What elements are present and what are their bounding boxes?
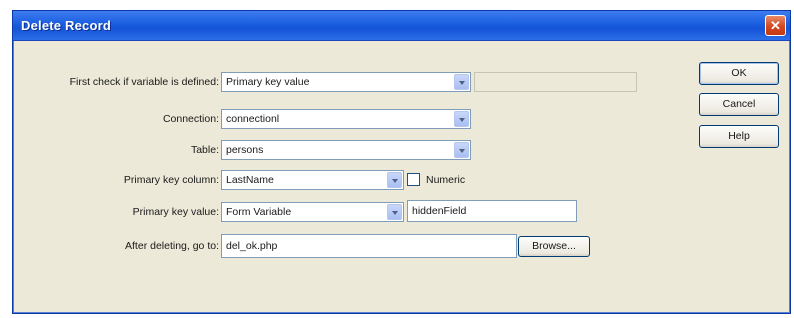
check-variable-value: Primary key value [226,76,310,88]
ok-button[interactable]: OK [699,62,779,85]
dialog-title: Delete Record [21,18,112,33]
connection-label: Connection: [162,113,219,125]
after-deleting-input[interactable]: del_ok.php [221,234,517,258]
table-select[interactable]: persons [221,140,471,160]
table-label: Table: [190,144,219,156]
numeric-label: Numeric [426,174,466,186]
close-button[interactable]: ✕ [765,15,786,36]
check-variable-label: First check if variable is defined: [69,76,219,88]
after-deleting-label: After deleting, go to: [125,240,219,252]
close-icon: ✕ [770,18,781,33]
pk-value-source: Form Variable [226,206,292,218]
pk-value-input[interactable]: hiddenField [407,200,577,222]
cancel-button[interactable]: Cancel [699,93,779,116]
pk-column-select[interactable]: LastName [221,170,404,190]
table-value: persons [226,144,264,156]
connection-value: connectionl [226,113,280,125]
chevron-down-icon[interactable] [454,74,469,90]
pk-value-label: Primary key value: [132,206,219,218]
pk-value-select[interactable]: Form Variable [221,202,404,222]
chevron-down-icon[interactable] [387,172,402,188]
help-button[interactable]: Help [699,125,779,148]
check-variable-select[interactable]: Primary key value [221,72,471,92]
connection-select[interactable]: connectionl [221,109,471,129]
chevron-down-icon[interactable] [387,204,402,220]
numeric-checkbox[interactable] [407,173,420,186]
chevron-down-icon[interactable] [454,142,469,158]
pk-value-input-text: hiddenField [412,205,467,217]
browse-button[interactable]: Browse... [518,236,590,257]
title-bar[interactable]: Delete Record ✕ [13,11,790,41]
pk-column-value: LastName [226,174,274,186]
pk-column-label: Primary key column: [123,174,219,186]
after-deleting-value: del_ok.php [226,240,278,252]
check-variable-input [474,72,637,92]
chevron-down-icon[interactable] [454,111,469,127]
delete-record-dialog: Delete Record ✕ First check if variable … [12,10,791,314]
